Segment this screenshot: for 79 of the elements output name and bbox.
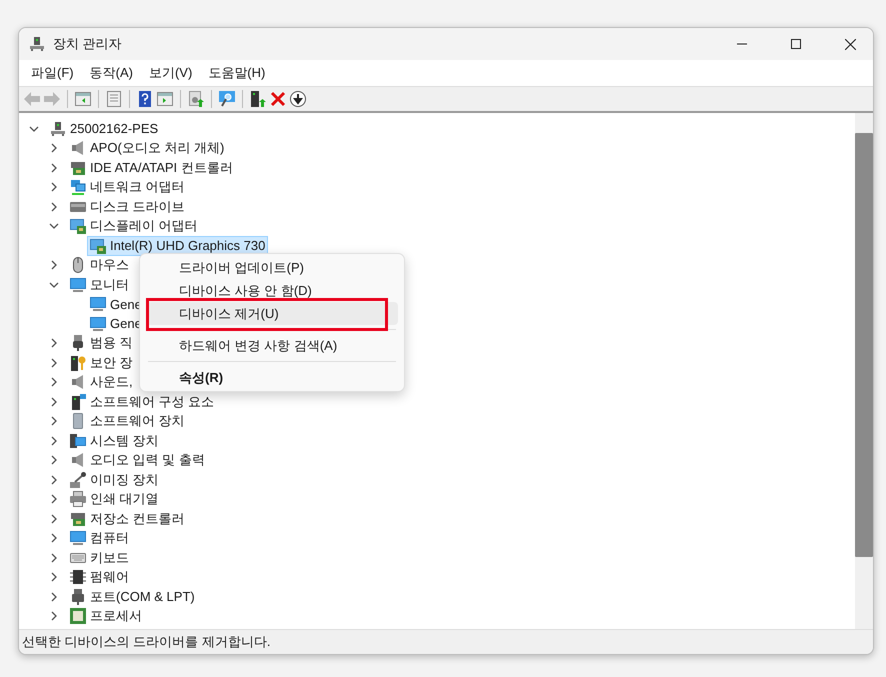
tree-item[interactable]: 이미징 장치 [67,470,162,490]
tree-item[interactable]: 포트(COM & LPT) [67,586,198,607]
delete-icon [270,91,286,107]
pane-icon [157,91,173,107]
tower-icon [70,394,86,410]
tree-item[interactable]: 소프트웨어 구성 요소 [67,392,218,412]
mouse-icon [70,257,86,274]
toolbar-button[interactable] [136,90,154,108]
menu-item[interactable]: 도움말(H) [200,61,274,85]
gear-icon [188,91,204,107]
scrollbar[interactable] [855,113,873,629]
context-menu-item[interactable]: 하드웨어 변경 사항 검색(A) [146,334,398,357]
speaker-icon [70,140,86,156]
toolbar-button[interactable] [218,90,236,108]
system-icon [70,432,86,449]
toolbar-button[interactable] [289,90,307,108]
menu-item[interactable]: 동작(A) [82,61,141,85]
tree-item[interactable]: 키보드 [67,548,132,568]
device-icon [250,91,266,107]
help-icon [137,91,153,107]
context-menu-item[interactable]: 속성(R) [146,366,398,389]
context-menu-item[interactable]: 디바이스 사용 안 함(D) [146,279,398,302]
back-arrow-icon [24,91,40,107]
menu-item[interactable]: 보기(V) [140,61,200,85]
scanner-icon [70,472,86,488]
key-icon [70,354,86,371]
pane-icon [75,91,91,107]
device-icon [70,413,86,430]
maximize-icon [791,39,801,49]
tree-item[interactable]: 오디오 입력 및 출력 [67,450,208,470]
tree-item[interactable]: 시스템 장치 [67,430,162,451]
chip-icon [70,569,86,586]
tree-item[interactable]: 저장소 컨트롤러 [67,508,188,529]
menu-item[interactable]: 파일(F) [23,61,82,85]
window-title: 장치 관리자 [53,35,123,53]
card-icon [70,510,86,527]
monitor-icon [70,530,86,546]
tree-item[interactable]: 컴퓨터 [67,528,132,548]
computer-icon [50,120,66,137]
tree-item[interactable]: 디스플레이 어댑터 [67,216,201,236]
status-text: 선택한 디바이스의 드라이버를 제거합니다. [22,633,270,651]
chip-icon [70,608,86,624]
tree-item[interactable]: 사운드, [67,372,136,392]
tree-item[interactable]: 디스크 드라이브 [67,196,188,217]
tree-item[interactable]: 네트워크 어댑터 [67,177,188,198]
speaker-icon [70,374,86,390]
tree-item[interactable]: 인쇄 대기열 [67,489,162,510]
tree-item[interactable]: 모니터 [67,274,132,295]
monitor-icon [70,276,86,293]
port-icon [70,588,86,605]
close-icon [844,38,856,50]
sheet-icon [106,91,122,107]
download-icon [290,91,306,107]
context-menu-item[interactable]: 디바이스 제거(U) [146,302,398,325]
display-card-icon [90,238,106,254]
monitor-icon [219,91,235,107]
tree-item[interactable]: Intel(R) UHD Graphics 730 [87,236,268,256]
card-icon [70,160,86,176]
forward-arrow-icon [44,91,60,107]
tree-item[interactable]: 보안 장 [67,352,136,373]
tree-item[interactable]: 25002162-PES [47,118,162,139]
display-card-icon [70,218,86,234]
tree-item[interactable]: 소프트웨어 장치 [67,411,188,432]
monitor-icon [90,296,106,312]
tree-item[interactable]: 마우스 [67,255,132,276]
context-menu-item[interactable]: 드라이버 업데이트(P) [146,256,398,279]
tree-item[interactable]: 범용 직 [67,333,136,354]
tree-item[interactable]: APO(오디오 처리 개체) [67,138,228,158]
monitor-icon [90,316,106,332]
tree-item[interactable]: 펌웨어 [67,567,132,588]
speaker-icon [70,452,86,468]
toolbar-button[interactable] [249,90,267,108]
tree-item[interactable]: IDE ATA/ATAPI 컨트롤러 [67,158,236,178]
computer-icon [29,36,45,52]
plug-icon [70,335,86,352]
minimize-icon [737,43,747,45]
printer-icon [70,491,86,508]
tree-item[interactable]: 프로세서 [67,606,145,626]
network-icon [70,179,86,196]
